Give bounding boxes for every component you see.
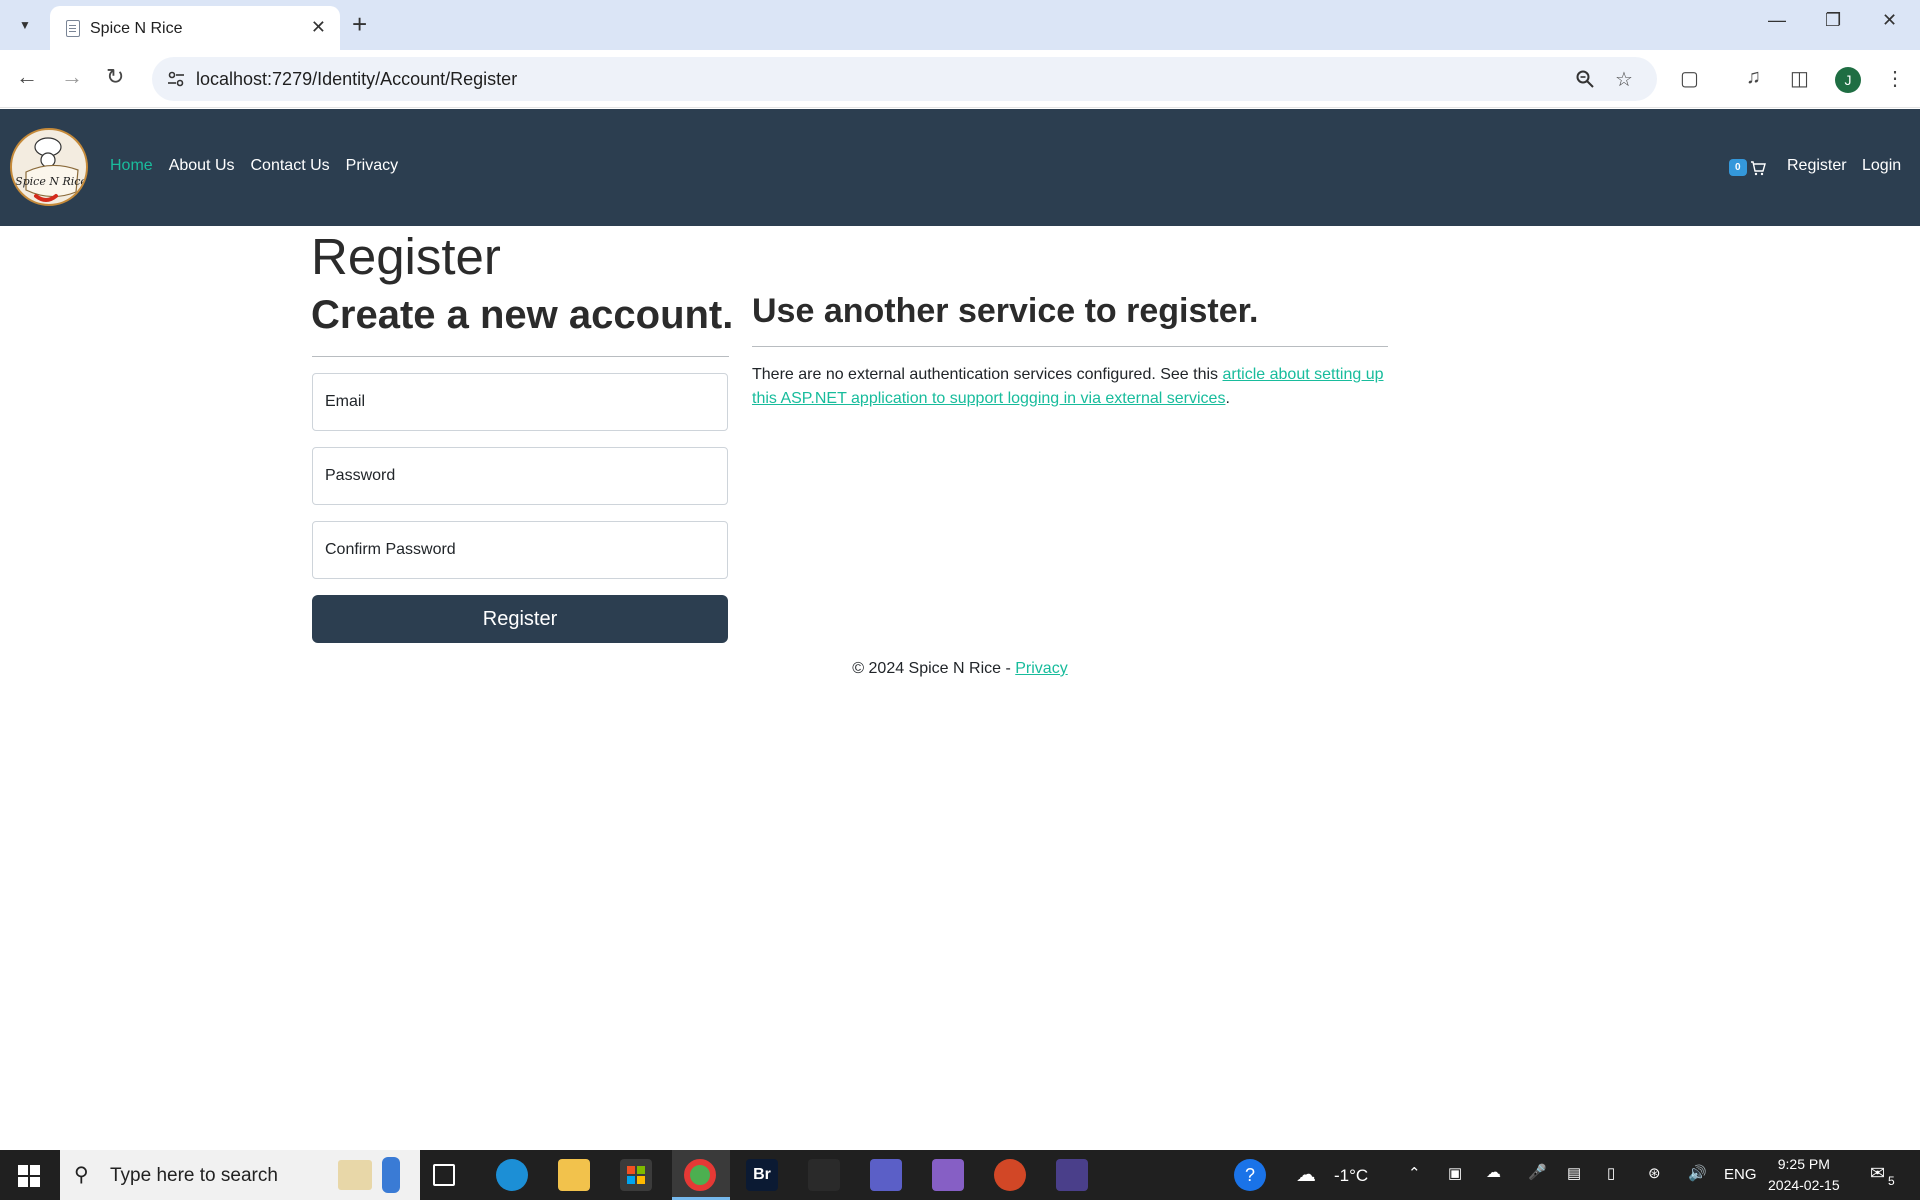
search-highlight-icon xyxy=(338,1160,372,1190)
notifications-icon[interactable]: ✉ xyxy=(1870,1163,1885,1184)
browser-tab-strip: ▼ Spice N Rice ✕ + — ❐ ✕ xyxy=(0,0,1920,50)
task-view-icon[interactable] xyxy=(433,1164,455,1186)
email-field[interactable]: Email xyxy=(312,373,728,431)
wifi-icon[interactable]: ⊛ xyxy=(1648,1164,1661,1182)
search-icon: ⚲ xyxy=(74,1164,89,1186)
site-settings-icon[interactable] xyxy=(166,69,186,89)
nav-register[interactable]: Register xyxy=(1787,157,1847,175)
teams-icon[interactable] xyxy=(870,1159,902,1191)
notification-count: 5 xyxy=(1888,1174,1895,1188)
chrome-icon[interactable] xyxy=(684,1159,716,1191)
tab-title: Spice N Rice xyxy=(90,20,183,37)
address-bar[interactable]: localhost:7279/Identity/Account/Register… xyxy=(152,57,1657,101)
window-close-icon[interactable]: ✕ xyxy=(1882,10,1897,31)
display-icon[interactable]: ▤ xyxy=(1567,1164,1581,1182)
footer-copyright: © 2024 Spice N Rice - xyxy=(852,660,1016,677)
external-text-prefix: There are no external authentication ser… xyxy=(752,366,1223,383)
divider xyxy=(752,346,1388,347)
password-label: Password xyxy=(325,467,396,484)
new-tab-icon[interactable]: + xyxy=(352,9,367,39)
confirm-password-field[interactable]: Confirm Password xyxy=(312,521,728,579)
back-icon[interactable]: ← xyxy=(16,64,38,90)
browser-tab[interactable]: Spice N Rice ✕ xyxy=(50,6,340,50)
email-label: Email xyxy=(325,393,366,410)
windows-start-icon[interactable] xyxy=(18,1165,40,1187)
bridge-icon[interactable]: Br xyxy=(746,1159,778,1191)
search-highlight-bottle-icon xyxy=(382,1157,400,1193)
spice-n-rice-logo[interactable]: Spice N Rice xyxy=(10,128,88,206)
external-text-suffix: . xyxy=(1225,390,1230,407)
form-subtitle: Create a new account. xyxy=(311,293,734,337)
taskbar-search-placeholder: Type here to search xyxy=(110,1165,278,1186)
page-title: Register xyxy=(311,228,501,285)
primary-nav: Home About Us Contact Us Privacy xyxy=(110,157,414,175)
clock-time: 9:25 PM xyxy=(1777,1156,1830,1172)
side-panel-icon[interactable]: ◫ xyxy=(1790,66,1809,91)
register-button[interactable]: Register xyxy=(312,595,728,643)
microsoft-store-icon[interactable] xyxy=(620,1159,652,1191)
reload-icon[interactable]: ↻ xyxy=(106,64,124,90)
language-indicator[interactable]: ENG xyxy=(1724,1166,1757,1183)
terminal-icon[interactable] xyxy=(1056,1159,1088,1191)
browser-toolbar: ← → ↻ localhost:7279/Identity/Account/Re… xyxy=(0,50,1920,108)
browser-menu-icon[interactable]: ⋮ xyxy=(1885,66,1905,91)
restore-icon[interactable]: ❐ xyxy=(1825,10,1841,31)
cart-count-badge: 0 xyxy=(1729,159,1747,176)
site-navbar: Spice N Rice Home About Us Contact Us Pr… xyxy=(0,109,1920,226)
project-libre-icon[interactable] xyxy=(808,1159,840,1191)
nav-privacy[interactable]: Privacy xyxy=(346,157,398,175)
footer-privacy-link[interactable]: Privacy xyxy=(1015,660,1067,677)
site-footer: © 2024 Spice N Rice - Privacy xyxy=(0,660,1920,678)
microphone-icon[interactable]: 🎤 xyxy=(1528,1163,1547,1181)
file-explorer-icon[interactable] xyxy=(558,1159,590,1191)
tray-overflow-icon[interactable]: ⌃ xyxy=(1408,1164,1421,1182)
windows-taskbar: ⚲ Type here to search Br ? ☁ -1°C ⌃ ▣ ☁ … xyxy=(0,1150,1920,1200)
extensions-icon[interactable]: ▢ xyxy=(1680,66,1699,91)
url-text[interactable]: localhost:7279/Identity/Account/Register xyxy=(196,69,517,90)
nav-about-us[interactable]: About Us xyxy=(169,157,235,175)
powerpoint-icon[interactable] xyxy=(994,1159,1026,1191)
page-favicon-icon xyxy=(66,20,80,37)
forward-icon[interactable]: → xyxy=(61,64,83,90)
confirm-password-label: Confirm Password xyxy=(325,541,456,558)
taskbar-search[interactable]: ⚲ Type here to search xyxy=(60,1150,420,1200)
visual-studio-icon[interactable] xyxy=(932,1159,964,1191)
password-field[interactable]: Password xyxy=(312,447,728,505)
media-control-icon[interactable]: ♫ xyxy=(1746,66,1761,89)
clock-date: 2024-02-15 xyxy=(1768,1177,1840,1193)
meet-now-icon[interactable]: ▣ xyxy=(1448,1164,1462,1182)
svg-text:Spice N Rice: Spice N Rice xyxy=(15,175,87,188)
weather-icon[interactable]: ☁ xyxy=(1296,1162,1316,1187)
nav-contact-us[interactable]: Contact Us xyxy=(251,157,330,175)
zoom-icon[interactable] xyxy=(1575,69,1595,89)
external-services-text: There are no external authentication ser… xyxy=(752,363,1392,411)
onedrive-icon[interactable]: ☁ xyxy=(1486,1163,1501,1181)
cart-icon xyxy=(1750,160,1766,175)
weather-temp[interactable]: -1°C xyxy=(1334,1166,1368,1186)
nav-home[interactable]: Home xyxy=(110,157,153,175)
bookmark-star-icon[interactable]: ☆ xyxy=(1615,67,1633,92)
tab-search-chevron-icon[interactable]: ▼ xyxy=(12,12,38,38)
battery-icon[interactable]: ▯ xyxy=(1607,1164,1615,1182)
help-icon[interactable]: ? xyxy=(1234,1159,1266,1191)
external-services-heading: Use another service to register. xyxy=(752,292,1259,330)
minimize-icon[interactable]: — xyxy=(1768,10,1786,31)
volume-icon[interactable]: 🔊 xyxy=(1688,1164,1707,1182)
profile-avatar[interactable]: J xyxy=(1835,67,1861,93)
tab-close-icon[interactable]: ✕ xyxy=(311,17,326,38)
nav-login[interactable]: Login xyxy=(1862,157,1901,175)
edge-icon[interactable] xyxy=(496,1159,528,1191)
system-clock[interactable]: 9:25 PM 2024-02-15 xyxy=(1768,1154,1840,1196)
cart-link[interactable]: 0 xyxy=(1729,159,1766,176)
divider xyxy=(312,356,729,357)
